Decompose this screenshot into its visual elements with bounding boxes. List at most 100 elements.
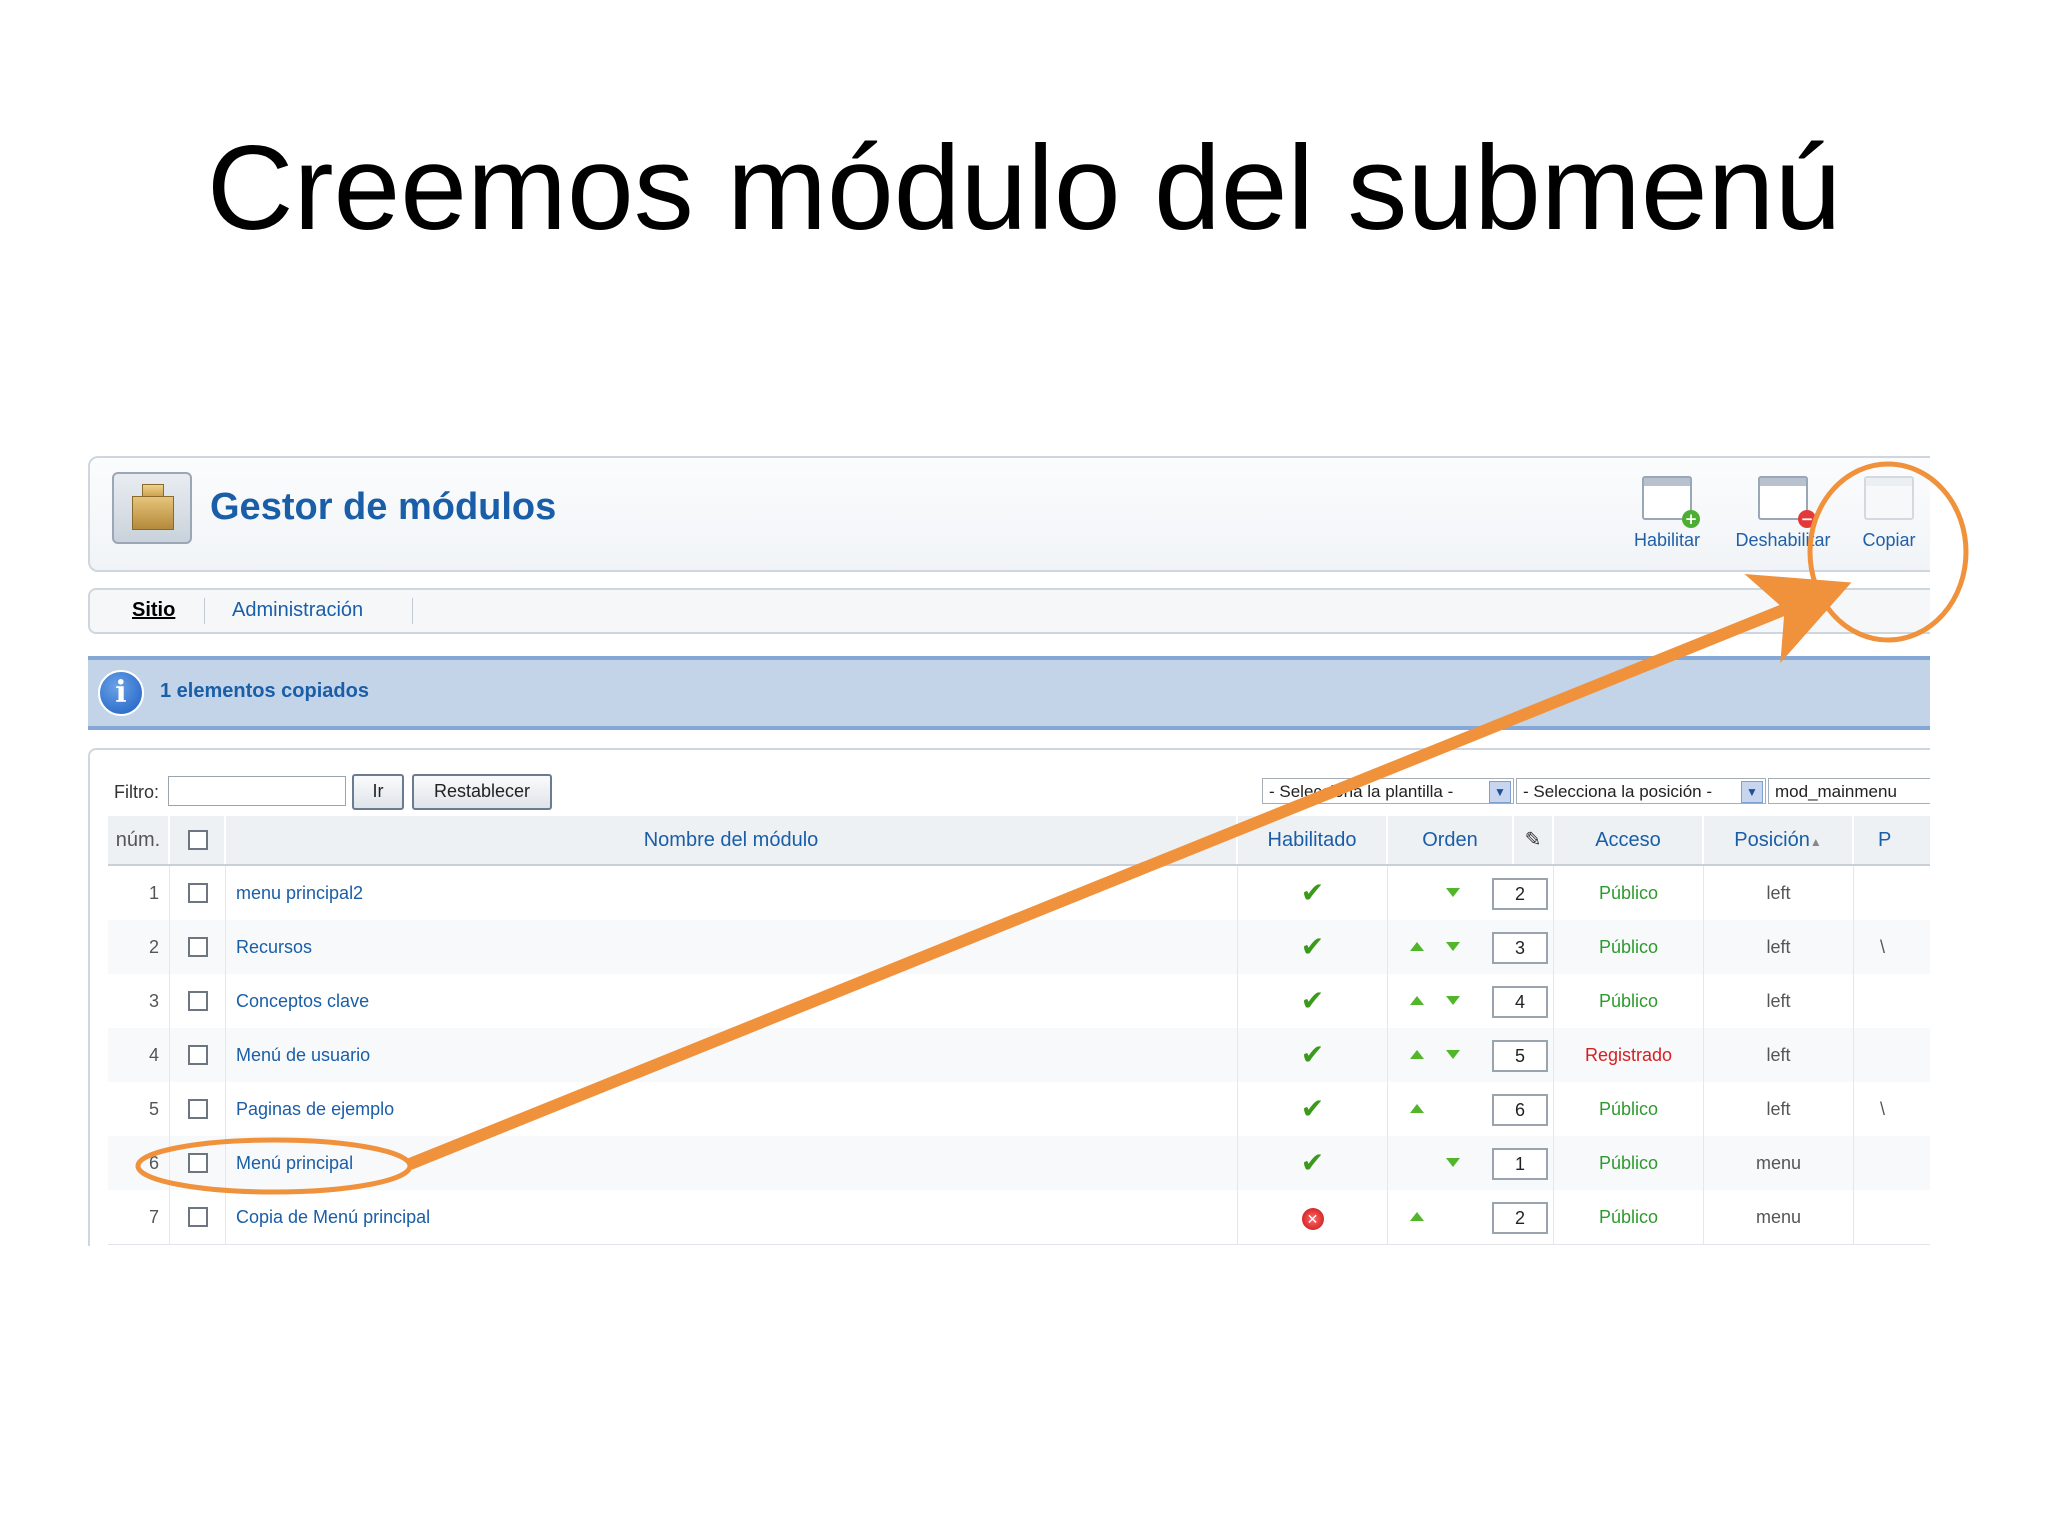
- move-up-icon[interactable]: [1410, 996, 1424, 1005]
- header-name[interactable]: Nombre del módulo: [226, 816, 1238, 864]
- type-select-value: mod_mainmenu: [1775, 782, 1897, 801]
- order-input[interactable]: 3: [1492, 932, 1548, 964]
- header-select-all[interactable]: [170, 816, 226, 864]
- row-number: 7: [108, 1190, 170, 1244]
- move-up-icon[interactable]: [1410, 1104, 1424, 1113]
- move-down-icon[interactable]: [1446, 1050, 1460, 1059]
- order-cell: 5: [1388, 1028, 1554, 1082]
- disable-icon: −: [1758, 476, 1816, 528]
- move-down-icon[interactable]: [1446, 1158, 1460, 1167]
- move-up-icon[interactable]: [1410, 1050, 1424, 1059]
- order-input[interactable]: 6: [1492, 1094, 1548, 1126]
- header-position[interactable]: Posición▲: [1704, 816, 1854, 864]
- row-checkbox[interactable]: [188, 1153, 208, 1173]
- row-checkbox-cell: [170, 920, 226, 974]
- position-value: left: [1704, 974, 1854, 1028]
- enabled-check-icon[interactable]: ✔: [1301, 931, 1324, 962]
- move-down-icon[interactable]: [1446, 888, 1460, 897]
- row-checkbox[interactable]: [188, 1045, 208, 1065]
- enabled-cell: ✔: [1238, 920, 1388, 974]
- access-level-link[interactable]: Público: [1554, 866, 1704, 920]
- enabled-check-icon[interactable]: ✔: [1301, 1093, 1324, 1124]
- access-level-link[interactable]: Público: [1554, 920, 1704, 974]
- position-value: menu: [1704, 1136, 1854, 1190]
- module-name-link[interactable]: Recursos: [226, 920, 1238, 974]
- access-level-link[interactable]: Público: [1554, 1190, 1704, 1244]
- row-checkbox-cell: [170, 1190, 226, 1244]
- enabled-check-icon[interactable]: ✔: [1301, 1147, 1324, 1178]
- reset-button[interactable]: Restablecer: [412, 774, 552, 810]
- header-pages[interactable]: P: [1854, 816, 1930, 864]
- module-name-link[interactable]: Conceptos clave: [226, 974, 1238, 1028]
- order-input[interactable]: 5: [1492, 1040, 1548, 1072]
- order-input[interactable]: 2: [1492, 1202, 1548, 1234]
- slide-title: Creemos módulo del submenú: [206, 121, 1842, 255]
- go-button[interactable]: Ir: [352, 774, 404, 810]
- move-up-icon[interactable]: [1410, 942, 1424, 951]
- row-checkbox-cell: [170, 1028, 226, 1082]
- order-input[interactable]: 4: [1492, 986, 1548, 1018]
- order-input[interactable]: 1: [1492, 1148, 1548, 1180]
- row-checkbox[interactable]: [188, 883, 208, 903]
- header-order[interactable]: Orden: [1388, 816, 1514, 864]
- enable-label: Habilitar: [1633, 530, 1701, 550]
- table-header: núm. Nombre del módulo Habilitado Orden …: [108, 816, 1930, 867]
- order-input[interactable]: 2: [1492, 878, 1548, 910]
- tab-administration[interactable]: Administración: [232, 599, 363, 622]
- header-access[interactable]: Acceso: [1554, 816, 1704, 864]
- access-level-link[interactable]: Registrado: [1554, 1028, 1704, 1082]
- position-select[interactable]: - Selecciona la posición - ▼: [1516, 778, 1766, 804]
- template-select-value: - Selecciona la plantilla -: [1269, 782, 1454, 801]
- access-level-link[interactable]: Público: [1554, 974, 1704, 1028]
- row-checkbox[interactable]: [188, 937, 208, 957]
- save-order-icon[interactable]: ✎: [1514, 816, 1554, 864]
- type-select[interactable]: mod_mainmenu: [1768, 778, 1930, 804]
- enabled-cell: ✔: [1238, 974, 1388, 1028]
- modules-panel: Filtro: Ir Restablecer - Selecciona la p…: [88, 748, 1930, 1246]
- row-number: 6: [108, 1136, 170, 1190]
- tab-separator: [412, 598, 413, 624]
- enabled-check-icon[interactable]: ✔: [1301, 877, 1324, 908]
- tab-site[interactable]: Sitio: [132, 599, 175, 622]
- enabled-check-icon[interactable]: ✔: [1301, 1039, 1324, 1070]
- filter-input[interactable]: [168, 776, 346, 806]
- row-checkbox-cell: [170, 1136, 226, 1190]
- disable-button[interactable]: − Deshabilitar: [1728, 476, 1838, 551]
- module-manager-icon: [112, 472, 192, 544]
- pages-value: \: [1880, 937, 1886, 957]
- order-cell: 3: [1388, 920, 1554, 974]
- row-number: 4: [108, 1028, 170, 1082]
- submenu-bar: Sitio Administración: [88, 588, 1930, 634]
- order-cell: 4: [1388, 974, 1554, 1028]
- move-down-icon[interactable]: [1446, 942, 1460, 951]
- module-name-link[interactable]: Copia de Menú principal: [226, 1190, 1238, 1244]
- access-level-link[interactable]: Público: [1554, 1082, 1704, 1136]
- header-num[interactable]: núm.: [108, 816, 170, 864]
- row-checkbox[interactable]: [188, 1099, 208, 1119]
- row-checkbox[interactable]: [188, 1207, 208, 1227]
- enabled-check-icon[interactable]: ✔: [1301, 985, 1324, 1016]
- header-enabled[interactable]: Habilitado: [1238, 816, 1388, 864]
- table-row: 3 Conceptos clave ✔ 4 Público left: [108, 974, 1930, 1029]
- table-body: 1 menu principal2 ✔ 2 Público left 2 Recursos ✔ 3…: [108, 866, 1930, 1246]
- table-row: 7 Copia de Menú principal ✕ 2 Público menu: [108, 1190, 1930, 1245]
- move-down-icon[interactable]: [1446, 996, 1460, 1005]
- module-name-link[interactable]: Menú de usuario: [226, 1028, 1238, 1082]
- template-select[interactable]: - Selecciona la plantilla - ▼: [1262, 778, 1514, 804]
- table-row: 5 Paginas de ejemplo ✔ 6 Público left \: [108, 1082, 1930, 1137]
- enabled-cell: ✔: [1238, 1028, 1388, 1082]
- row-checkbox[interactable]: [188, 991, 208, 1011]
- module-name-link[interactable]: menu principal2: [226, 866, 1238, 920]
- select-all-checkbox[interactable]: [188, 830, 208, 850]
- disabled-x-icon[interactable]: ✕: [1301, 1207, 1324, 1230]
- position-select-value: - Selecciona la posición -: [1523, 782, 1712, 801]
- access-level-link[interactable]: Público: [1554, 1136, 1704, 1190]
- module-name-link[interactable]: Paginas de ejemplo: [226, 1082, 1238, 1136]
- message-text: 1 elementos copiados: [160, 680, 369, 702]
- copy-button[interactable]: Copiar: [1834, 476, 1930, 551]
- system-message: i 1 elementos copiados: [88, 656, 1930, 730]
- copy-label: Copiar: [1862, 530, 1916, 550]
- enable-button[interactable]: + Habilitar: [1612, 476, 1722, 551]
- module-name-link[interactable]: Menú principal: [226, 1136, 1238, 1190]
- move-up-icon[interactable]: [1410, 1212, 1424, 1221]
